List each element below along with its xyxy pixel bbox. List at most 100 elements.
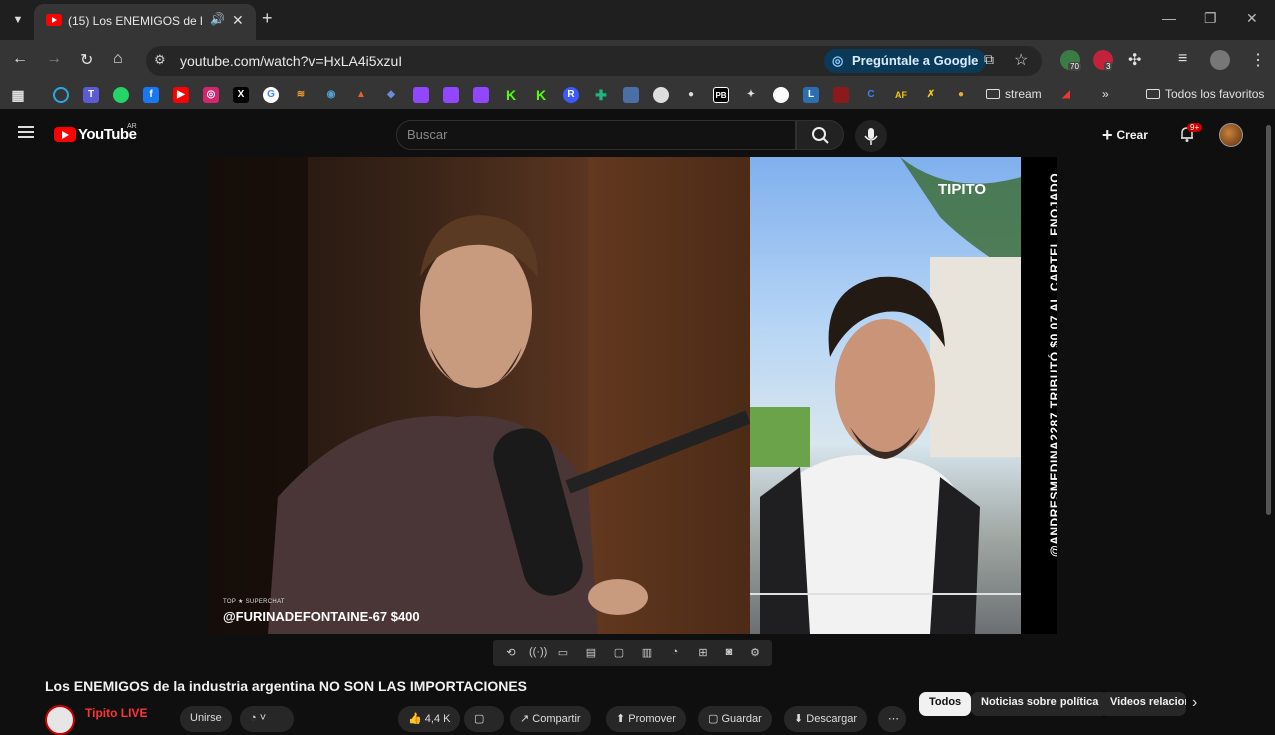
- promote-button[interactable]: ⬆ Promover: [606, 706, 686, 732]
- folder-icon: [986, 89, 1000, 99]
- apps-grid-icon[interactable]: ▦: [10, 87, 26, 103]
- tab-search-dropdown-icon[interactable]: ▼: [6, 8, 30, 32]
- user-avatar[interactable]: [1219, 123, 1243, 147]
- twitch-icon[interactable]: [413, 87, 429, 103]
- kick-icon-2[interactable]: K: [533, 87, 549, 103]
- loop-icon[interactable]: ⟲: [503, 646, 519, 660]
- minimize-icon[interactable]: —: [1162, 10, 1176, 26]
- clapper-icon[interactable]: ▤: [583, 646, 599, 660]
- new-tab-icon[interactable]: +: [262, 8, 273, 29]
- bookmark-star-icon[interactable]: ☆: [1014, 50, 1028, 70]
- cinema-icon[interactable]: ▥: [639, 646, 655, 660]
- host-person-image: [208, 157, 751, 634]
- like-button[interactable]: 👍 4,4 K: [398, 706, 461, 732]
- bookmark-last-icon[interactable]: ◢: [1058, 87, 1074, 103]
- bookmark-t-icon[interactable]: T: [83, 87, 99, 103]
- facebook-icon[interactable]: f: [143, 87, 159, 103]
- youtube-favicon-icon: [46, 14, 62, 26]
- search-box[interactable]: [396, 120, 796, 150]
- bookmark-waves-icon[interactable]: ≋: [293, 87, 309, 103]
- more-bookmarks-icon[interactable]: »: [1102, 87, 1109, 101]
- bookmark-dark-icon[interactable]: ●: [683, 87, 699, 103]
- settings-gear-icon[interactable]: ⚙: [747, 646, 763, 660]
- ask-google-button[interactable]: Pregúntale a Google: [824, 49, 987, 73]
- google-icon[interactable]: G: [263, 87, 279, 103]
- bookmark-square-icon[interactable]: [623, 87, 639, 103]
- camera-icon[interactable]: ◙: [721, 646, 737, 660]
- bookmark-c-icon[interactable]: C: [863, 87, 879, 103]
- bookmark-r-icon[interactable]: R: [563, 87, 579, 103]
- window-icon[interactable]: ▢: [611, 646, 627, 660]
- folder-label: stream: [1005, 87, 1042, 101]
- menu-icon[interactable]: [18, 126, 34, 138]
- bookmark-bolt-icon[interactable]: ✗: [923, 87, 939, 103]
- channel-name[interactable]: Tipito LIVE: [85, 706, 147, 720]
- bookmark-eye-icon[interactable]: ◉: [323, 87, 339, 103]
- share-label: Compartir: [532, 713, 581, 725]
- notifications-dropdown-button[interactable]: ◔ ˅: [240, 706, 294, 732]
- voice-search-button[interactable]: [855, 120, 887, 152]
- video-player[interactable]: TOP ★ SUPERCHAT @FURINADEFONTAINE-67 $40…: [208, 157, 1057, 634]
- add-screen-icon[interactable]: ⊞: [695, 646, 711, 660]
- youtube-logo-icon[interactable]: [54, 127, 76, 142]
- extensions-puzzle-icon[interactable]: ✣: [1128, 50, 1141, 70]
- back-icon[interactable]: ←: [12, 50, 28, 68]
- site-info-icon[interactable]: ⚙: [154, 52, 166, 68]
- channel-avatar[interactable]: [45, 705, 75, 735]
- bookmark-bird-icon[interactable]: ✦: [743, 87, 759, 103]
- bookmark-circle-icon[interactable]: [53, 87, 69, 103]
- home-icon[interactable]: ⌂: [113, 50, 123, 68]
- speaker-icon[interactable]: 🔊: [210, 12, 225, 26]
- twitch-icon-3[interactable]: [473, 87, 489, 103]
- close-tab-icon[interactable]: ✕: [232, 12, 244, 29]
- instagram-icon[interactable]: ◎: [203, 87, 219, 103]
- bookmark-flame-icon[interactable]: ▲: [353, 87, 369, 103]
- create-button[interactable]: + Crear: [1102, 123, 1148, 147]
- search-button[interactable]: [796, 120, 844, 150]
- kick-icon[interactable]: K: [503, 87, 519, 103]
- bookmark-face-icon[interactable]: [653, 87, 669, 103]
- profile-icon[interactable]: [1210, 50, 1230, 70]
- share-button[interactable]: ↗ Compartir: [510, 706, 591, 732]
- chip-related-videos[interactable]: Videos relacion: [1100, 692, 1186, 716]
- all-bookmarks-folder[interactable]: Todos los favoritos: [1146, 87, 1264, 101]
- url-text[interactable]: youtube.com/watch?v=HxLA4i5xzuI: [180, 53, 402, 69]
- twitch-icon-2[interactable]: [443, 87, 459, 103]
- download-button[interactable]: ⬇ Descargar: [784, 706, 868, 732]
- address-bar[interactable]: ⚙ youtube.com/watch?v=HxLA4i5xzuI Pregún…: [146, 46, 1042, 76]
- folder-icon: [1146, 89, 1160, 99]
- x-icon[interactable]: X: [233, 87, 249, 103]
- whatsapp-icon[interactable]: [113, 87, 129, 103]
- chevron-right-icon[interactable]: ›: [1192, 694, 1197, 712]
- bookmark-af-icon[interactable]: AF: [893, 87, 909, 103]
- bookmark-red-icon[interactable]: [833, 87, 849, 103]
- eye-screen-icon[interactable]: ▭: [555, 646, 571, 660]
- browser-menu-icon[interactable]: ⋮: [1250, 50, 1266, 70]
- active-tab[interactable]: (15) Los ENEMIGOS de la in 🔊 ✕: [34, 4, 256, 40]
- chip-politics-news[interactable]: Noticias sobre política: [971, 692, 1109, 716]
- close-window-icon[interactable]: ✕: [1246, 10, 1258, 27]
- forward-icon[interactable]: →: [46, 50, 62, 68]
- chip-all[interactable]: Todos: [919, 692, 972, 716]
- youtube-bookmark-icon[interactable]: ▶: [173, 87, 189, 103]
- reload-icon[interactable]: ↻: [80, 50, 93, 70]
- search-input[interactable]: [407, 127, 777, 142]
- bookmark-shield-icon[interactable]: ◆: [383, 87, 399, 103]
- more-actions-button[interactable]: ⋯: [878, 706, 906, 732]
- bookmark-mask-icon[interactable]: ●: [953, 87, 969, 103]
- host-camera-feed: TOP ★ SUPERCHAT @FURINADEFONTAINE-67 $40…: [208, 157, 751, 634]
- bookmark-folder-stream[interactable]: stream: [986, 87, 1042, 101]
- join-button[interactable]: Unirse: [180, 706, 232, 732]
- media-control-icon[interactable]: ≡: [1178, 50, 1187, 68]
- page-scrollbar[interactable]: [1266, 125, 1271, 515]
- bookmark-record-icon[interactable]: [773, 87, 789, 103]
- restore-icon[interactable]: ❐: [1204, 10, 1217, 27]
- speed-icon[interactable]: ◔: [667, 646, 683, 660]
- save-button[interactable]: ▢ Guardar: [698, 706, 772, 732]
- bookmark-puzzle-icon[interactable]: ✚: [593, 87, 609, 103]
- bookmark-pb-icon[interactable]: PB: [713, 87, 729, 103]
- dislike-button[interactable]: ▢: [464, 706, 504, 732]
- broadcast-icon[interactable]: ((·)): [529, 646, 547, 660]
- install-app-icon[interactable]: ⧉: [984, 51, 994, 68]
- bookmark-l-icon[interactable]: L: [803, 87, 819, 103]
